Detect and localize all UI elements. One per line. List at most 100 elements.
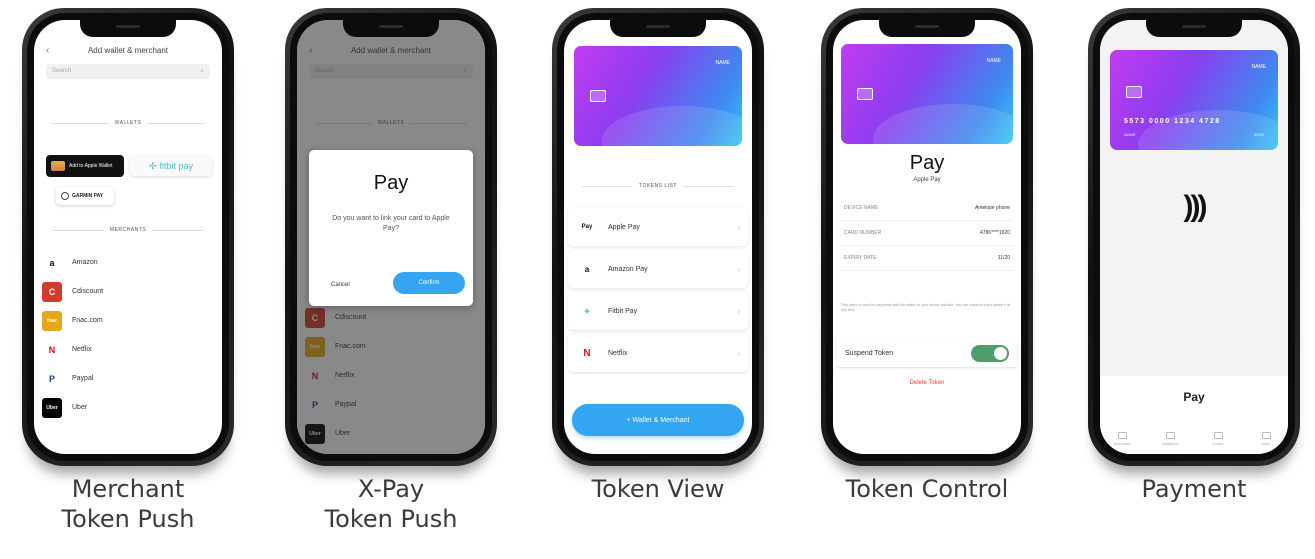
card-brand: NAME	[1251, 64, 1266, 70]
apple-pay-logo: Pay	[909, 152, 945, 174]
card-visual[interactable]: NAME	[841, 44, 1013, 144]
list-item[interactable]: Pay Apple Pay ›	[568, 208, 748, 246]
token-logo: N	[583, 347, 591, 359]
caption-line1: Token Control	[845, 475, 1009, 503]
detail-value: 4786****1920	[979, 230, 1010, 236]
tab-label: Cards	[1212, 441, 1224, 446]
garmin-pay-button[interactable]: GARMIN PAY	[56, 187, 114, 205]
payment-screen: NAME 5573 0000 1234 4728 NAME 09/20 ))) …	[1100, 20, 1288, 454]
detail-value: Antelope phone	[974, 205, 1010, 211]
caption-merchant: Merchant Token Push	[22, 474, 234, 534]
list-item[interactable]: P Paypal	[42, 364, 214, 393]
token-control-screen: NAME Pay Apple Pay DEVICE NAME Antelope p…	[833, 20, 1021, 454]
tokens-heading: TOKENS LIST	[576, 183, 740, 189]
phone-notch	[610, 20, 706, 37]
phone-frame: NAME TOKENS LIST Pay Apple Pay › a Amazon P…	[552, 8, 764, 466]
add-wallet-merchant-button[interactable]: + Wallet & Merchant	[572, 404, 744, 436]
phone-token-view: NAME TOKENS LIST Pay Apple Pay › a Amazon P…	[552, 8, 764, 503]
contactless-icon: )))	[1183, 190, 1208, 223]
card-brand: NAME	[715, 60, 730, 66]
detail-label: CARD NUMBER	[844, 230, 882, 236]
merchant-name: Amazon	[72, 259, 98, 266]
tab-more[interactable]: More	[1248, 432, 1284, 446]
wallet-icon	[51, 161, 65, 171]
merchant-screen: ‹ Add wallet & merchant Search ⌕ WALLETS…	[34, 20, 222, 454]
tab-analytics[interactable]: Analytics	[1152, 432, 1188, 446]
caption-line2: Token Push	[324, 505, 458, 533]
xpay-screen: ‹ Add wallet & merchant Search ⌕ WALLETS…	[297, 20, 485, 454]
list-item[interactable]: fnac Fnac.com	[42, 306, 214, 335]
card-holder: NAME	[1124, 132, 1136, 137]
merchant-name: Paypal	[72, 375, 94, 382]
card-visual[interactable]: NAME	[574, 46, 742, 146]
card-details: NAME 09/20	[1124, 132, 1264, 137]
detail-row: CARD NUMBER 4786****1920	[841, 221, 1013, 246]
list-item[interactable]: a Amazon Pay ›	[568, 250, 748, 288]
list-item[interactable]: ✦ Fitbit Pay ›	[568, 292, 748, 330]
list-item[interactable]: N Netflix ›	[568, 334, 748, 372]
detail-label: DEVICE NAME	[844, 205, 879, 211]
token-note: This token is used for payments with the…	[841, 303, 1011, 312]
merchant-logo: fnac	[42, 310, 62, 331]
merchant-name: Uber	[72, 404, 88, 411]
chevron-right-icon: ›	[737, 348, 740, 358]
detail-label: EXPIRY DATE	[844, 255, 877, 261]
tab-label: Analytics	[1161, 441, 1178, 446]
back-icon[interactable]: ‹	[46, 45, 60, 56]
token-list: Pay Apple Pay › a Amazon Pay › ✦ Fitbit Pay › …	[568, 208, 748, 376]
delete-token-button[interactable]: Delete Token	[833, 380, 1021, 386]
caption-line1: Payment	[1141, 475, 1247, 503]
header: ‹ Add wallet & merchant	[46, 45, 210, 56]
pay-label: Pay	[1183, 390, 1205, 404]
merchants-heading: MERCHANTS	[46, 227, 210, 233]
list-item[interactable]: N Netflix	[42, 335, 214, 364]
accounts-icon	[1117, 432, 1127, 439]
phone-frame: NAME Pay Apple Pay DEVICE NAME Antelope p…	[821, 8, 1033, 466]
cards-icon	[1213, 432, 1223, 439]
pay-panel: Pay Accounts Analytics Cards More	[1100, 376, 1288, 454]
tab-accounts[interactable]: Accounts	[1104, 432, 1140, 446]
token-logo: a	[584, 264, 590, 274]
chevron-right-icon: ›	[737, 306, 740, 316]
garmin-icon	[61, 192, 69, 200]
card-expiry: 09/20	[1253, 132, 1264, 137]
apple-pay-label: Apple Pay	[913, 177, 941, 183]
detail-row: EXPIRY DATE 11/20	[841, 246, 1013, 271]
tab-cards[interactable]: Cards	[1200, 432, 1236, 446]
tab-label: Accounts	[1113, 441, 1131, 446]
chevron-right-icon: ›	[737, 222, 740, 232]
search-placeholder: Search	[52, 68, 72, 74]
phone-notch	[80, 20, 176, 37]
suspend-label: Suspend Token	[845, 349, 894, 357]
card-brand: NAME	[986, 58, 1001, 64]
suspend-toggle[interactable]	[971, 344, 1009, 362]
page-title: Add wallet & merchant	[87, 46, 169, 55]
token-logo: Pay	[581, 224, 593, 230]
list-item[interactable]: C Cdiscount	[42, 277, 214, 306]
phone-token-control: NAME Pay Apple Pay DEVICE NAME Antelope p…	[821, 8, 1033, 503]
apple-pay-dialog: Pay Do you want to link your card to App…	[309, 150, 473, 306]
chip-icon	[857, 88, 873, 100]
token-name: Apple Pay	[608, 223, 640, 231]
fitbit-pay-button[interactable]: ✣ fitbit pay	[130, 156, 212, 176]
phone-notch	[879, 20, 975, 37]
phone-frame: ‹ Add wallet & merchant Search ⌕ WALLETS…	[22, 8, 234, 466]
search-input[interactable]: Search ⌕	[46, 64, 210, 79]
apple-wallet-button[interactable]: Add to Apple Wallet	[46, 155, 124, 177]
phone-xpay-token-push: ‹ Add wallet & merchant Search ⌕ WALLETS…	[285, 8, 497, 533]
list-item[interactable]: a Amazon	[42, 248, 214, 277]
apple-pay-logo: Pay	[373, 172, 409, 194]
garmin-label: GARMIN PAY	[72, 193, 104, 199]
phone-frame: ‹ Add wallet & merchant Search ⌕ WALLETS…	[285, 8, 497, 466]
card-visual[interactable]: NAME 5573 0000 1234 4728 NAME 09/20	[1110, 50, 1278, 150]
dialog-message: Do you want to link your card to Apple P…	[332, 215, 450, 232]
caption-token-view: Token View	[552, 474, 764, 504]
confirm-button[interactable]: Confirm	[393, 272, 465, 294]
cancel-button[interactable]: Cancel	[331, 282, 350, 288]
merchant-name: Netflix	[72, 346, 92, 353]
token-details: DEVICE NAME Antelope phone CARD NUMBER 478…	[841, 196, 1013, 271]
token-logo: ✦	[583, 306, 591, 316]
list-item[interactable]: Uber Uber	[42, 393, 214, 422]
fitbit-label: fitbit pay	[159, 161, 194, 171]
apple-wallet-label: Add to Apple Wallet	[69, 163, 113, 169]
